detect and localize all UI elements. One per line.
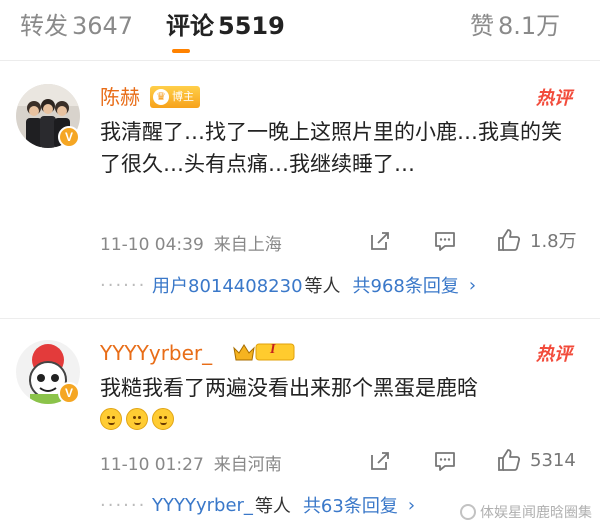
chevron-right-icon: › <box>468 274 477 296</box>
like-button[interactable]: 1.8万 <box>496 227 577 253</box>
watermark-text: 体娱星闻鹿晗圈集 <box>480 505 592 521</box>
share-button[interactable] <box>368 449 392 473</box>
reply-preview-suffix: 等人 <box>254 496 291 517</box>
comment-username[interactable]: 陈赫 <box>100 84 140 110</box>
reply-dots: ······ <box>100 274 147 296</box>
comment-meta: 11-10 01:27 来自河南 <box>100 450 282 475</box>
crying-emoji-icon <box>100 408 122 430</box>
tab-comments[interactable]: 评论 5519 <box>166 10 285 42</box>
crown-badge-icon <box>233 343 295 361</box>
tab-likes-label: 赞 <box>470 12 494 40</box>
tab-likes-count: 8.1万 <box>498 12 561 40</box>
reply-preview-suffix: 等人 <box>304 276 341 297</box>
comment-username[interactable]: YYYYyrber_ <box>100 340 212 366</box>
reply-total-link[interactable]: 共63条回复 <box>303 492 398 518</box>
tab-likes[interactable]: 赞 8.1万 <box>470 10 560 42</box>
crying-emoji-icon <box>126 408 148 430</box>
like-icon <box>498 229 521 251</box>
reply-dots: ······ <box>100 494 147 516</box>
verified-v-icon: V <box>58 126 80 148</box>
chevron-right-icon: › <box>407 494 416 516</box>
comment-location: 来自上海 <box>213 235 282 255</box>
active-tab-indicator <box>172 49 190 53</box>
blogger-badge-label: 博主 <box>172 90 194 103</box>
reply-button[interactable] <box>433 449 457 473</box>
reply-total-link[interactable]: 共968条回复 <box>353 272 459 298</box>
crown-icon: ♛ <box>153 89 169 105</box>
share-icon <box>371 452 389 470</box>
comment-time: 11-10 04:39 <box>100 235 204 255</box>
member-level-label: I <box>270 342 276 357</box>
reply-preview[interactable]: ······ 用户8014408230 等人 共968条回复 › <box>100 262 570 308</box>
comment-divider <box>0 318 600 319</box>
reply-preview-user[interactable]: 用户8014408230 <box>152 272 303 298</box>
crying-emoji-icon <box>152 408 174 430</box>
watermark-logo-icon <box>460 504 476 520</box>
member-level-badge: I <box>232 340 296 364</box>
like-button[interactable]: 5314 <box>496 447 576 473</box>
share-icon <box>371 232 389 250</box>
header-divider <box>0 60 600 61</box>
comment-meta: 11-10 04:39 来自上海 <box>100 230 282 255</box>
tab-reposts-count: 3647 <box>72 12 134 40</box>
blogger-badge: ♛ 博主 <box>150 86 200 108</box>
hot-comment-label: 热评 <box>536 88 572 109</box>
comment-text: 我清醒了…找了一晚上这照片里的小鹿…我真的笑了很久…头有点痛…我继续睡了… <box>100 120 562 176</box>
comment-time: 11-10 01:27 <box>100 455 204 475</box>
like-count: 1.8万 <box>530 231 577 252</box>
comment-location: 来自河南 <box>213 455 282 475</box>
like-count: 5314 <box>530 449 576 471</box>
tab-comments-count: 5519 <box>218 12 285 40</box>
verified-v-icon: V <box>58 382 80 404</box>
comment-icon <box>435 452 455 471</box>
comment-tabs: 转发 3647 评论 5519 赞 8.1万 <box>0 0 600 58</box>
like-icon <box>498 449 521 471</box>
emoji-row <box>100 408 178 430</box>
share-button[interactable] <box>368 229 392 253</box>
comment-icon <box>435 232 455 251</box>
comment-text-body: 我糙我看了两遍没看出来那个黑蛋是鹿晗 <box>100 376 478 400</box>
tab-reposts-label: 转发 <box>20 12 68 40</box>
watermark: 体娱星闻鹿晗圈集 <box>460 502 592 522</box>
comment-text: 我糙我看了两遍没看出来那个黑蛋是鹿晗 <box>100 372 570 404</box>
tab-comments-label: 评论 <box>166 12 214 40</box>
reply-preview-user[interactable]: YYYYyrber_ <box>152 495 253 516</box>
tab-reposts[interactable]: 转发 3647 <box>20 10 133 42</box>
reply-button[interactable] <box>433 229 457 253</box>
hot-comment-label: 热评 <box>536 344 572 365</box>
